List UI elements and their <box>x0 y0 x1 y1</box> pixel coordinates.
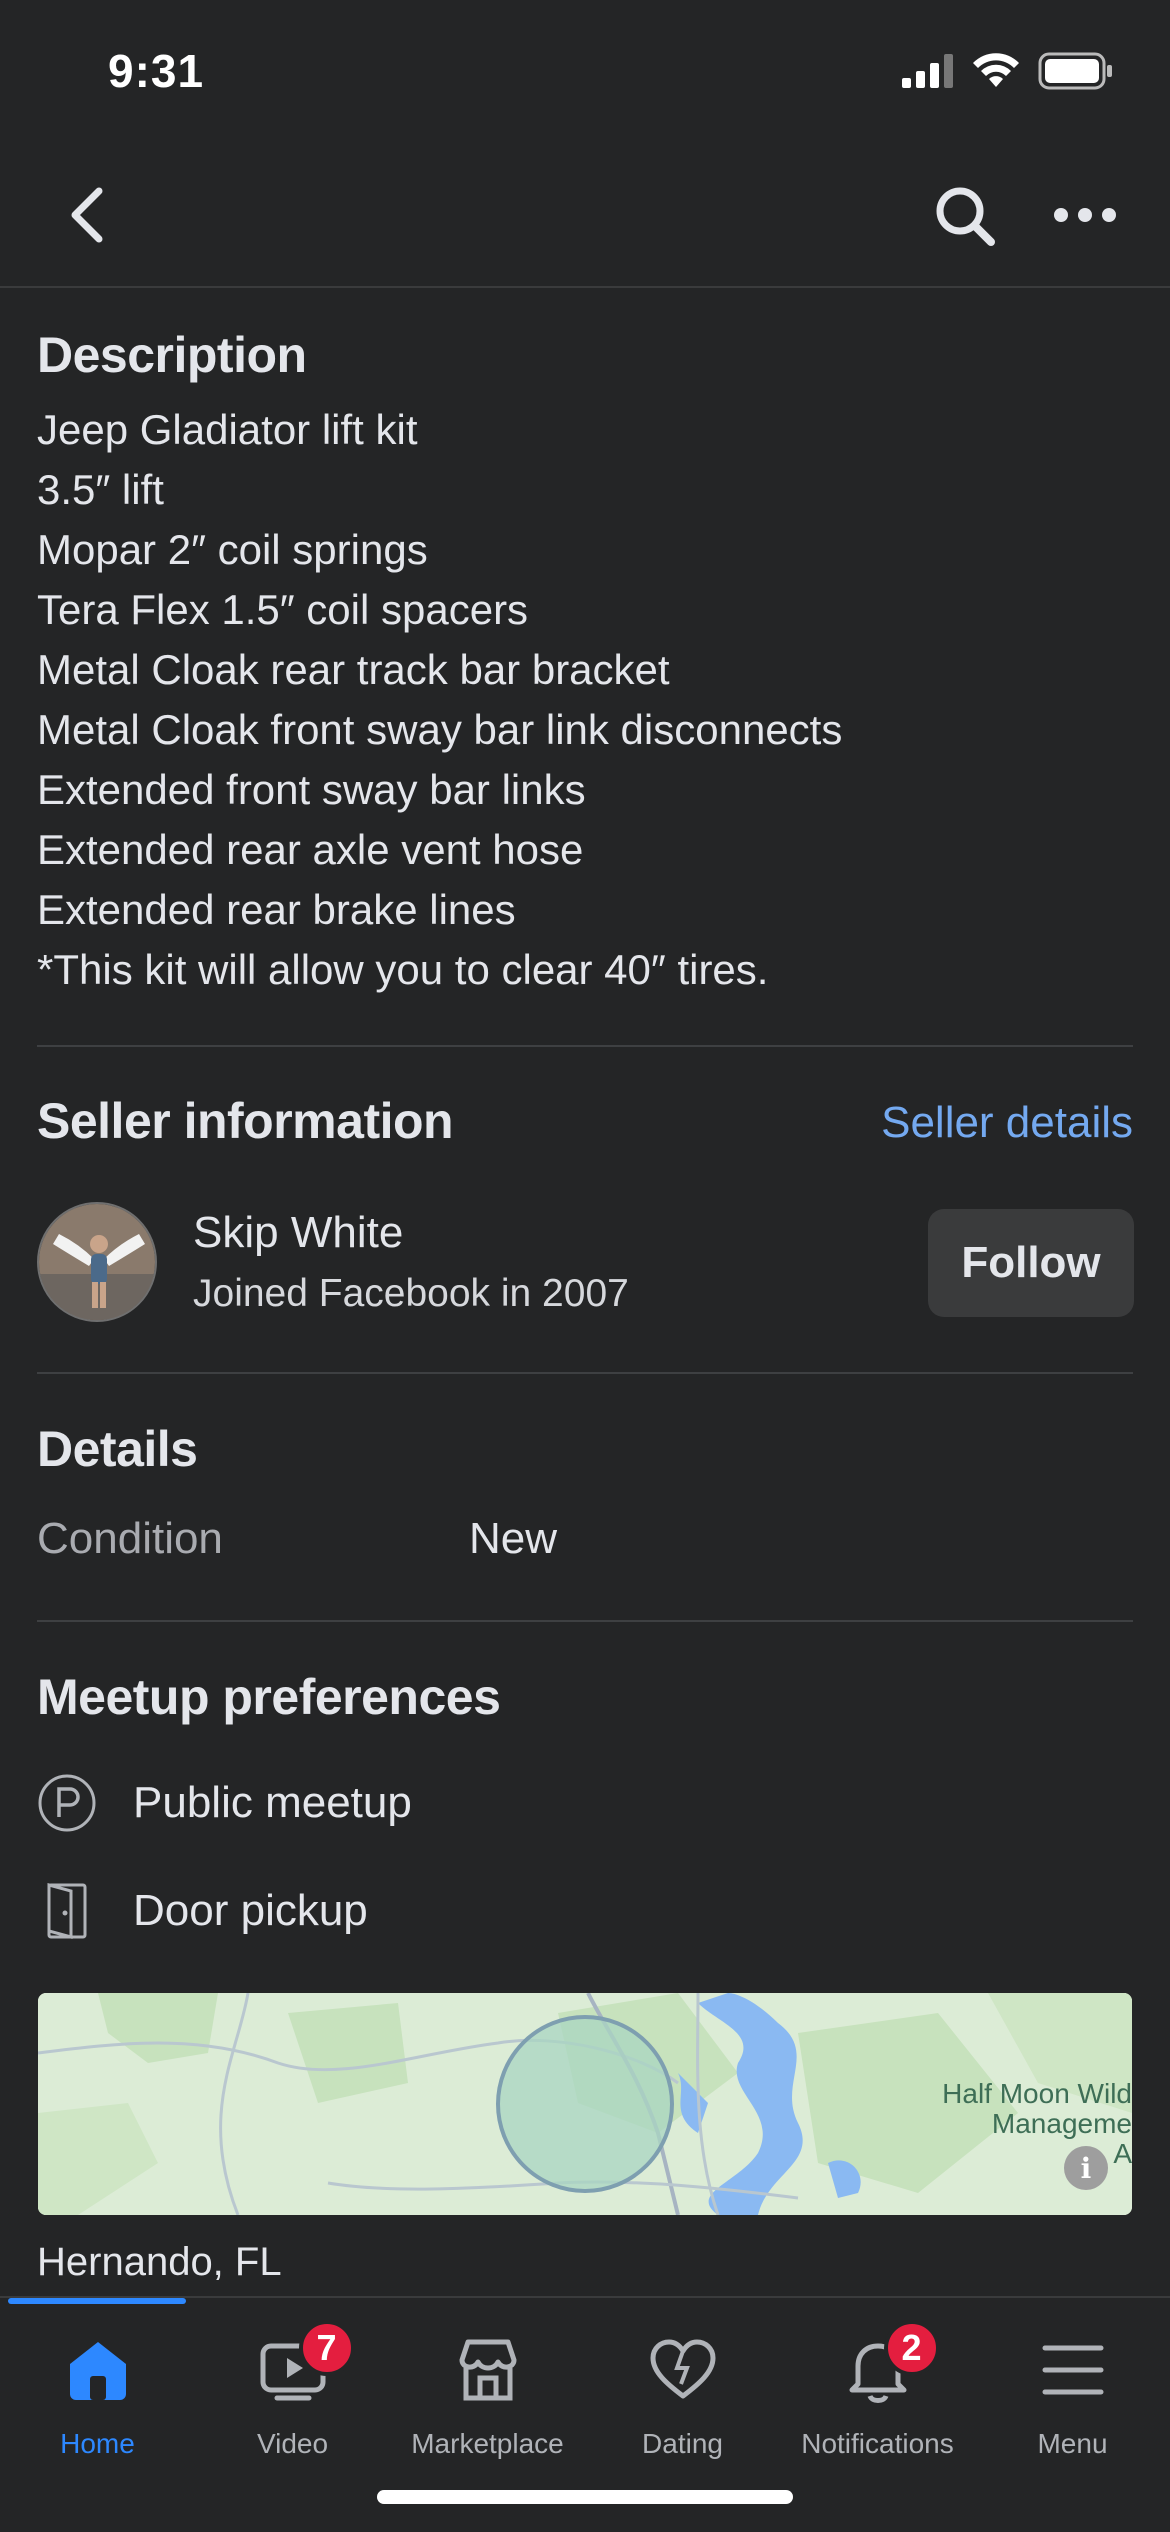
description-line: Extended front sway bar links <box>37 766 586 813</box>
section-divider <box>37 1045 1133 1047</box>
video-badge: 7 <box>298 2320 355 2376</box>
status-icons <box>902 52 1114 90</box>
tab-label: Notifications <box>801 2428 954 2459</box>
parking-p-icon <box>37 1773 97 1833</box>
description-line: Extended rear axle vent hose <box>37 826 584 873</box>
section-divider <box>37 1372 1133 1374</box>
section-divider <box>37 1620 1133 1622</box>
search-button[interactable] <box>925 176 1005 256</box>
dating-icon <box>641 2328 725 2412</box>
follow-button[interactable]: Follow <box>928 1209 1134 1317</box>
bell-icon: 2 <box>836 2320 940 2412</box>
tab-label: Dating <box>642 2428 723 2459</box>
map-label-line: Half Moon Wild <box>942 2078 1132 2109</box>
avatar-image <box>39 1204 155 1320</box>
description-line: Extended rear brake lines <box>37 886 516 933</box>
meetup-option-label: Door pickup <box>133 1886 368 1935</box>
seller-details-link[interactable]: Seller details <box>881 1098 1133 1148</box>
map-label-line: Manageme <box>991 2108 1132 2139</box>
notifications-badge: 2 <box>883 2320 940 2376</box>
tab-dating[interactable]: Dating <box>585 2328 780 2468</box>
seller-info-title: Seller information <box>37 1093 454 1149</box>
description-line: Metal Cloak rear track bar bracket <box>37 646 670 693</box>
tab-notifications[interactable]: 2 Notifications <box>780 2320 975 2468</box>
status-bar: 9:31 <box>0 0 1170 150</box>
home-indicator[interactable] <box>377 2490 793 2504</box>
tab-label: Home <box>60 2428 135 2459</box>
seller-name[interactable]: Skip White <box>193 1208 403 1258</box>
tab-home[interactable]: Home <box>0 2328 195 2468</box>
menu-icon <box>1031 2328 1115 2412</box>
description-line: *This kit will allow you to clear 40″ ti… <box>37 946 769 993</box>
chevron-left-icon <box>71 187 103 243</box>
tab-label: Video <box>256 2428 329 2459</box>
description-line: 3.5″ lift <box>37 466 164 513</box>
status-time: 9:31 <box>108 45 205 97</box>
video-icon: 7 <box>251 2320 355 2412</box>
more-horizontal-icon <box>1054 208 1116 222</box>
home-icon <box>56 2328 140 2412</box>
map-info-icon[interactable]: i <box>1064 2146 1108 2190</box>
tab-marketplace[interactable]: Marketplace <box>390 2328 585 2468</box>
description-line: Tera Flex 1.5″ coil spacers <box>37 586 529 633</box>
tab-label: Marketplace <box>411 2428 564 2459</box>
search-icon <box>936 187 995 246</box>
location-label: Hernando, FL <box>37 2240 282 2284</box>
marketplace-listing-screen: 9:31 Description Jeep Gladiator lift kit… <box>0 0 1170 2532</box>
tab-video[interactable]: 7 Video <box>195 2320 390 2468</box>
cellular-signal-icon <box>902 54 953 88</box>
meetup-option-door: Door pickup <box>37 1876 368 1946</box>
condition-label: Condition <box>37 1514 223 1563</box>
description-line: Jeep Gladiator lift kit <box>37 406 418 453</box>
seller-joined-date: Joined Facebook in 2007 <box>193 1272 629 1315</box>
meetup-title: Meetup preferences <box>37 1669 501 1725</box>
marketplace-icon <box>446 2328 530 2412</box>
active-tab-indicator <box>8 2298 186 2304</box>
description-title: Description <box>37 327 307 383</box>
back-button[interactable] <box>52 180 122 250</box>
door-icon <box>37 1881 97 1941</box>
nav-bar <box>0 150 1170 288</box>
meetup-option-public: Public meetup <box>37 1768 412 1838</box>
description-line: Mopar 2″ coil springs <box>37 526 428 573</box>
wifi-icon <box>973 53 1019 87</box>
description-text: Jeep Gladiator lift kit 3.5″ lift Mopar … <box>37 400 842 1000</box>
details-title: Details <box>37 1421 198 1477</box>
meetup-option-label: Public meetup <box>133 1778 412 1827</box>
location-map[interactable]: Half Moon Wild Manageme A i <box>38 1993 1132 2215</box>
avatar[interactable] <box>37 1202 157 1322</box>
tab-menu[interactable]: Menu <box>975 2328 1170 2468</box>
description-line: Metal Cloak front sway bar link disconne… <box>37 706 843 753</box>
tab-label: Menu <box>1037 2428 1108 2459</box>
battery-icon <box>1038 52 1112 90</box>
more-options-button[interactable] <box>1045 180 1125 250</box>
condition-value: New <box>469 1514 558 1563</box>
